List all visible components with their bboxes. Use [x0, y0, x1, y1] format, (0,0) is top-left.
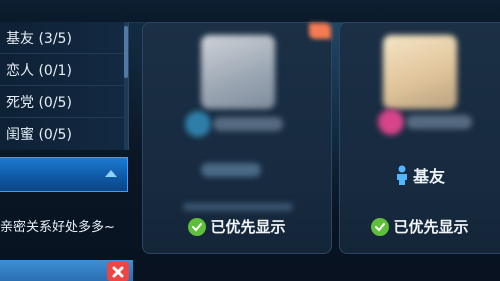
blurred-label	[201, 163, 261, 177]
scrollbar-thumb[interactable]	[124, 26, 128, 78]
check-icon	[188, 217, 207, 236]
blurred-divider	[183, 203, 293, 211]
menu-item-lover[interactable]: 恋人 (0/1)	[0, 54, 128, 86]
top-header-band	[0, 0, 500, 23]
menu-item-buddy[interactable]: 基友 (3/5)	[0, 22, 128, 54]
menu-scrollbar[interactable]	[124, 22, 128, 150]
status-label: 已优先显示	[210, 218, 286, 236]
blurred-icon	[185, 111, 211, 137]
priority-status: 已优先显示	[143, 216, 331, 237]
close-button[interactable]	[107, 262, 129, 281]
friend-card[interactable]: 已优先显示	[142, 22, 332, 254]
avatar	[201, 35, 275, 109]
blurred-icon	[378, 109, 404, 135]
blurred-name	[406, 115, 472, 129]
intimacy-tip-text: 亲密关系好处多多~	[0, 220, 115, 235]
corner-badge	[309, 23, 331, 39]
check-icon	[371, 217, 390, 236]
relation-tag: 基友	[340, 163, 500, 187]
status-label: 已优先显示	[393, 218, 469, 236]
person-icon	[395, 165, 409, 185]
menu-item-girlfriend[interactable]: 闺蜜 (0/5)	[0, 118, 128, 150]
avatar	[383, 35, 457, 109]
relationship-dropdown-list: 基友 (3/5) 恋人 (0/1) 死党 (0/5) 闺蜜 (0/5)	[0, 22, 129, 150]
priority-status: 已优先显示	[340, 216, 500, 237]
relation-label: 基友	[412, 167, 445, 186]
chevron-up-icon	[105, 170, 117, 177]
friend-card[interactable]: 基友 已优先显示	[339, 22, 500, 254]
relationship-dropdown-toggle[interactable]	[0, 157, 128, 192]
menu-item-bestie[interactable]: 死党 (0/5)	[0, 86, 128, 118]
close-icon	[112, 266, 124, 277]
blurred-name	[213, 117, 283, 131]
